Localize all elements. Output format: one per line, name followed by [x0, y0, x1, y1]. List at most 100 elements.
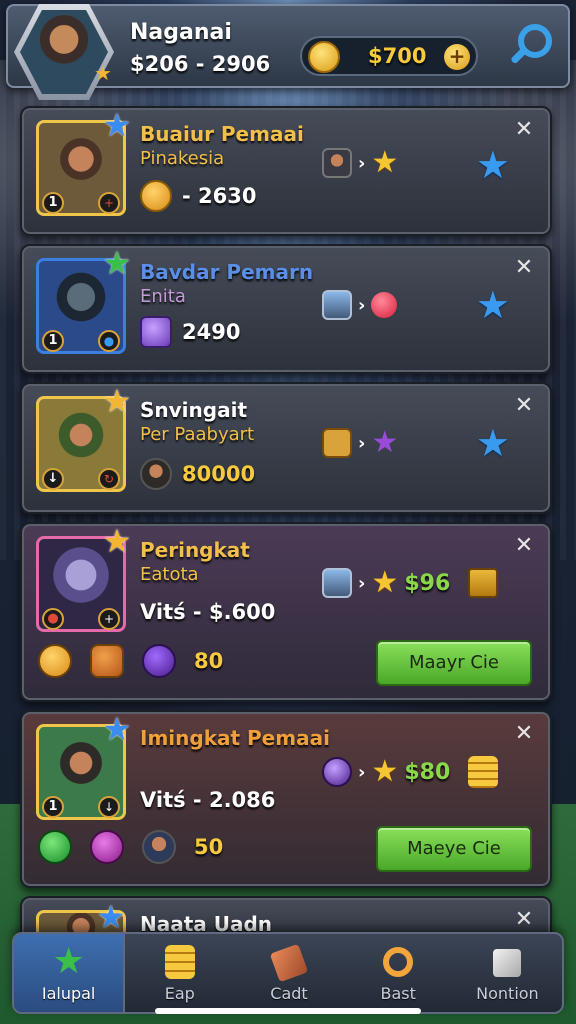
gold-star-icon: ★ — [371, 145, 399, 180]
card-subtitle: Eatota — [140, 564, 199, 585]
card-value: Vitś - $.600 — [140, 600, 276, 624]
favorite-star-icon[interactable]: ★ — [476, 286, 510, 324]
card-value-row: Vitś - $.600 — [140, 594, 275, 630]
close-button[interactable]: ✕ — [512, 256, 536, 280]
nav-item-shop[interactable]: Eap — [125, 934, 234, 1012]
action-button[interactable]: Maayr Cie — [376, 640, 532, 686]
rank-star-icon: ★ — [102, 244, 132, 282]
trade-row: › ★ $96 — [322, 568, 499, 598]
close-button[interactable]: ✕ — [512, 908, 536, 932]
card-subtitle: Pinakesia — [140, 148, 225, 169]
card-value: Vitś - 2.086 — [140, 788, 276, 812]
coin-icon — [38, 644, 72, 678]
rank-star-icon: ★ — [102, 106, 132, 144]
rank-star-icon: ★ — [102, 522, 132, 560]
player-face-icon — [142, 830, 176, 864]
reward-row: 50 — [38, 830, 223, 864]
green-badge-icon — [38, 830, 72, 864]
player-stats: $206 - 2906 — [130, 52, 271, 76]
bottom-navigation: ★ Ialupal Eap Cadt Bast Nontion — [12, 932, 564, 1014]
level-badge-icon: ↓ — [42, 468, 64, 490]
position-badge: + — [98, 192, 120, 214]
shield-icon — [322, 568, 352, 598]
nav-label: Cadt — [270, 984, 308, 1003]
trade-row: › ★ — [322, 148, 398, 178]
card-title: Imingkat Pemaai — [140, 726, 330, 750]
reward-value: 50 — [194, 835, 224, 859]
player-card[interactable]: ★ 1 ● Bavdar Pemarn Enita 2490 › ★ ✕ — [20, 244, 552, 374]
home-indicator — [155, 1008, 421, 1014]
player-card[interactable]: ★ 1 + Buaiur Pemaai Pinakesia - 2630 › ★… — [20, 106, 552, 236]
gold-star-icon: ★ — [371, 754, 399, 789]
reward-row: 80 — [38, 644, 223, 678]
purple-gem-icon — [142, 644, 176, 678]
player-name: Naganai — [130, 20, 232, 45]
arrow-icon: › — [358, 761, 366, 783]
player-card[interactable]: ★ ↓ ↻ Snvingait Per Paabyart 80000 › ★ ★… — [20, 382, 552, 514]
nav-label: Ialupal — [41, 984, 96, 1003]
rank-star-icon: ★ — [96, 898, 126, 936]
player-icon — [322, 148, 352, 178]
card-value-row: 80000 — [140, 456, 255, 492]
card-value: 2490 — [182, 320, 241, 344]
coin-stack-icon — [468, 756, 499, 788]
add-coins-button[interactable]: + — [444, 44, 470, 70]
nav-item-cards[interactable]: Cadt — [234, 934, 343, 1012]
coin-icon — [140, 180, 172, 212]
arrow-icon: › — [358, 572, 366, 594]
nav-item-home[interactable]: ★ Ialupal — [14, 934, 126, 1012]
player-card[interactable]: ★ ● + Peringkat Eatota Vitś - $.600 › ★ … — [20, 522, 552, 702]
player-card[interactable]: ★ 1 ↓ Imingkat Pemaai Vitś - 2.086 › ★ $… — [20, 710, 552, 888]
favorite-star-icon[interactable]: ★ — [476, 146, 510, 184]
chest-icon — [468, 568, 499, 598]
close-button[interactable]: ✕ — [512, 118, 536, 142]
level-badge: 1 — [42, 796, 64, 818]
shield-icon — [90, 644, 124, 678]
arrow-icon: › — [358, 152, 366, 174]
coin-icon — [308, 41, 340, 73]
crystal-icon — [140, 316, 172, 348]
nav-label: Eap — [164, 984, 195, 1003]
trade-row: › — [322, 290, 398, 320]
coins-icon — [160, 942, 200, 982]
position-badge-icon: ● — [98, 330, 120, 352]
close-button[interactable]: ✕ — [512, 534, 536, 558]
coin-value: $700 — [368, 44, 427, 68]
action-button[interactable]: Maeye Cie — [376, 826, 532, 872]
trade-row: › ★ — [322, 428, 398, 458]
nav-item-best[interactable]: Bast — [344, 934, 453, 1012]
position-badge-icon: ↓ — [98, 796, 120, 818]
card-title: Peringkat — [140, 538, 250, 562]
search-button[interactable] — [508, 20, 558, 70]
card-value-row: - 2630 — [140, 178, 256, 214]
price: $80 — [404, 759, 451, 785]
close-button[interactable]: ✕ — [512, 722, 536, 746]
position-badge-icon: + — [98, 608, 120, 630]
player-avatar[interactable] — [14, 4, 114, 100]
level-badge-icon: ● — [42, 608, 64, 630]
nav-item-notifications[interactable]: Nontion — [453, 934, 562, 1012]
position-badge-icon: ↻ — [98, 468, 120, 490]
frame-icon — [322, 428, 352, 458]
arrow-icon: › — [358, 294, 366, 316]
card-title: Bavdar Pemarn — [140, 260, 314, 284]
shield-icon — [322, 290, 352, 320]
favorite-star-icon[interactable]: ★ — [476, 424, 510, 462]
card-value: 80000 — [182, 462, 256, 486]
card-subtitle: Enita — [140, 286, 186, 307]
coin-balance: $700 + — [300, 36, 478, 76]
star-icon: ★ — [52, 941, 85, 982]
card-value-row: 2490 — [140, 314, 240, 350]
reward-value: 80 — [194, 649, 224, 673]
nav-label: Bast — [380, 984, 416, 1003]
nav-label: Nontion — [476, 984, 539, 1003]
arrow-icon: › — [358, 432, 366, 454]
rank-star-icon: ★ — [102, 382, 132, 420]
close-button[interactable]: ✕ — [512, 394, 536, 418]
purple-star-icon: ★ — [371, 425, 399, 460]
level-badge: 1 — [42, 330, 64, 352]
card-title: Buaiur Pemaai — [140, 122, 304, 146]
card-value-row: Vitś - 2.086 — [140, 782, 275, 818]
level-badge: 1 — [42, 192, 64, 214]
card-value: - 2630 — [182, 184, 257, 208]
